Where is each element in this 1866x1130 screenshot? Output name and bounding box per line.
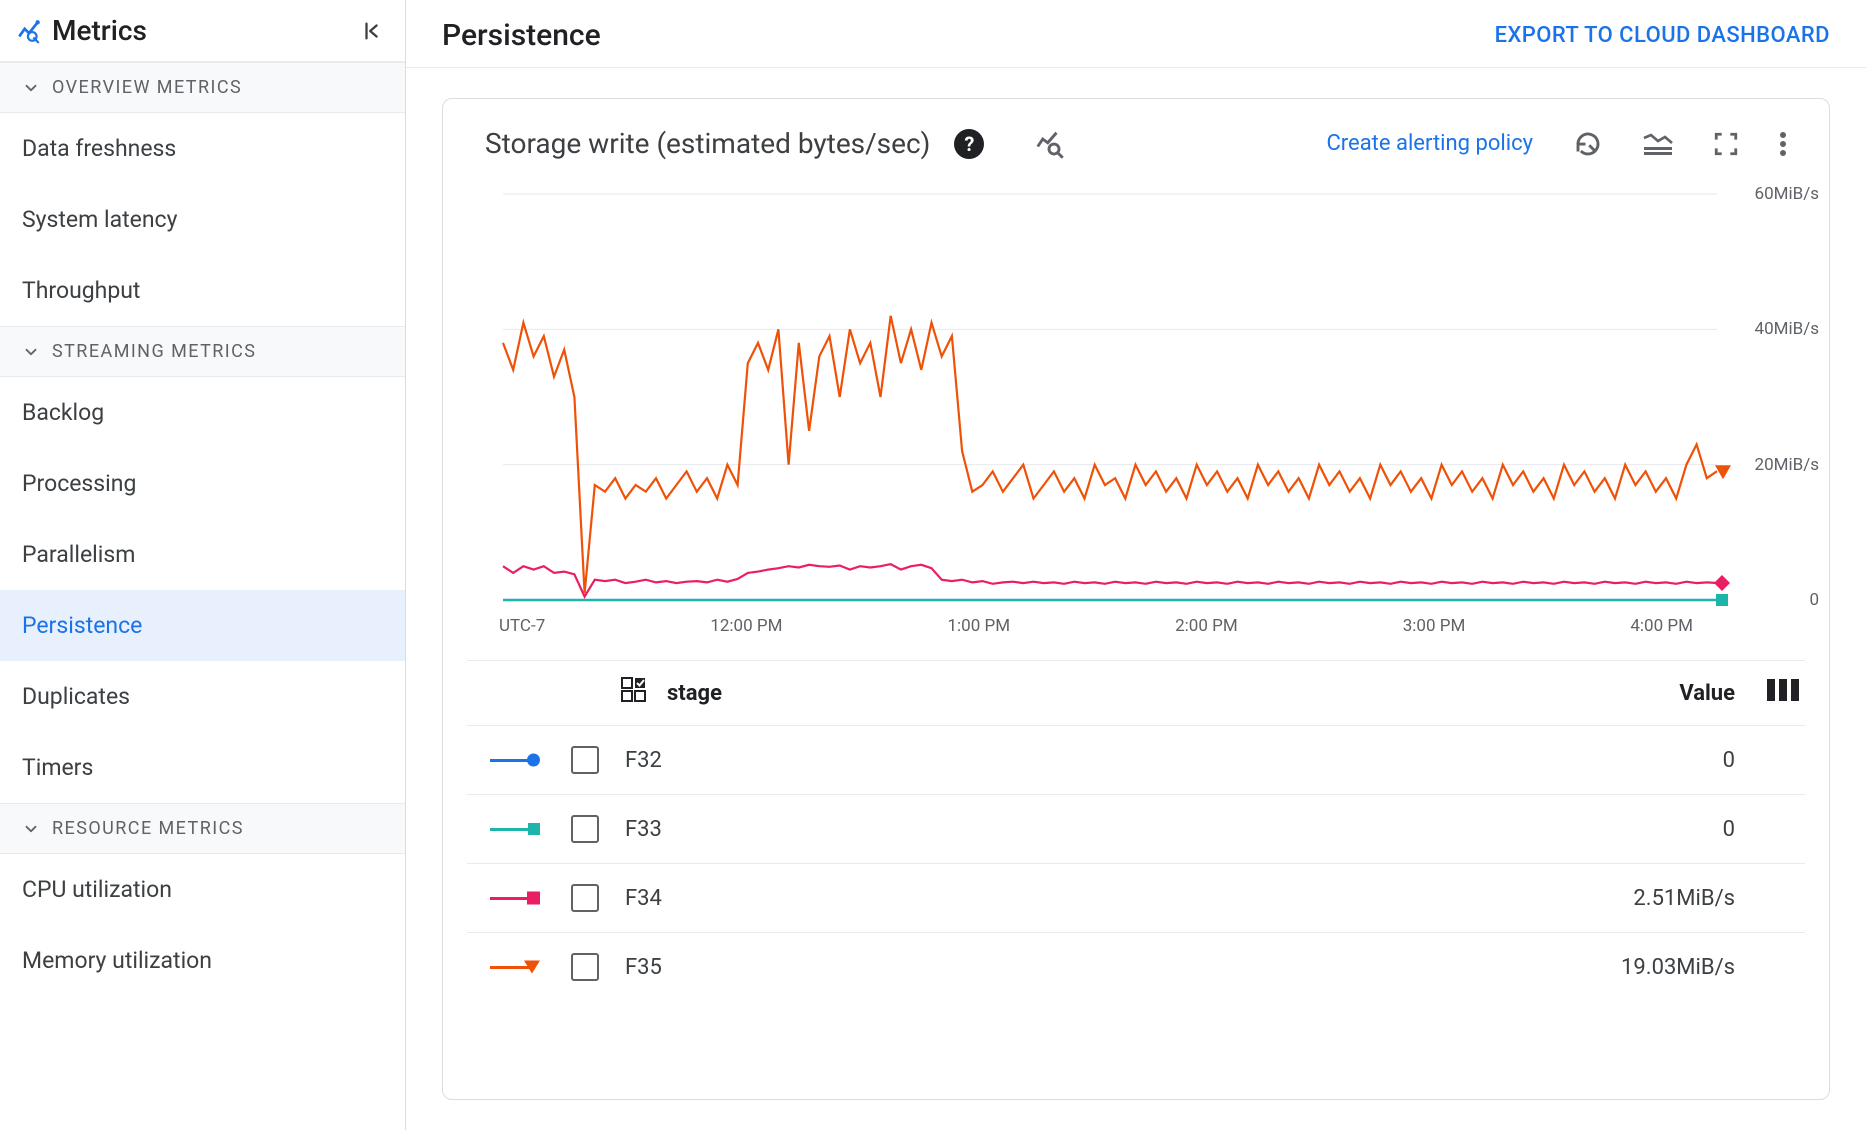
main-panel: Persistence EXPORT TO CLOUD DASHBOARD St… [406,0,1866,1130]
chart-card-header: Storage write (estimated bytes/sec) ? Cr… [443,99,1829,170]
legend-stage-header[interactable]: stage [655,681,1575,706]
column-selector-icon[interactable] [1767,679,1799,707]
sidebar-item-processing[interactable]: Processing [0,448,405,519]
chart-area[interactable]: 0 20MiB/s 40MiB/s 60MiB/s UTC-7 12:00 PM 1:00… [443,170,1829,636]
sidebar-item-label: System latency [22,206,177,233]
sidebar-item-duplicates[interactable]: Duplicates [0,661,405,732]
sidebar-item-label: Throughput [22,277,140,304]
sidebar-item-label: Parallelism [22,541,135,568]
chevron-down-icon [22,343,40,361]
help-icon[interactable]: ? [954,129,984,159]
legend-stage-name: F34 [613,886,1575,911]
x-axis-tick: 1:00 PM [947,616,1010,636]
sidebar-item-data-freshness[interactable]: Data freshness [0,113,405,184]
sidebar-item-parallelism[interactable]: Parallelism [0,519,405,590]
sidebar-item-timers[interactable]: Timers [0,732,405,803]
chart-card: Storage write (estimated bytes/sec) ? Cr… [442,98,1830,1100]
sidebar-section-header[interactable]: RESOURCE METRICS [0,803,405,854]
legend-value: 2.51MiB/s [1575,886,1735,911]
sidebar-item-system-latency[interactable]: System latency [0,184,405,255]
export-dashboard-button[interactable]: EXPORT TO CLOUD DASHBOARD [1495,23,1830,48]
sidebar-title: Metrics [52,14,361,47]
legend-stage-name: F33 [613,817,1575,842]
select-stages-icon[interactable] [621,677,647,709]
page-header: Persistence EXPORT TO CLOUD DASHBOARD [406,0,1866,68]
legend-checkbox[interactable] [571,884,599,912]
y-axis-tick: 40MiB/s [1755,319,1819,339]
sidebar-item-throughput[interactable]: Throughput [0,255,405,326]
sidebar-item-label: Timers [22,754,93,781]
sidebar-item-label: Backlog [22,399,104,426]
x-axis-tick: 3:00 PM [1403,616,1466,636]
metrics-icon [16,18,42,44]
sidebar-section-label: RESOURCE METRICS [52,818,244,839]
fullscreen-icon[interactable] [1713,131,1739,157]
sidebar-item-label: Memory utilization [22,947,212,974]
create-alerting-policy-link[interactable]: Create alerting policy [1326,131,1533,156]
chart-series-F35 [503,316,1717,593]
legend-value: 0 [1575,817,1735,842]
sidebar-item-label: Persistence [22,612,142,639]
sidebar-item-backlog[interactable]: Backlog [0,377,405,448]
legend-stage-name: F35 [613,955,1575,980]
sidebar-section-header[interactable]: STREAMING METRICS [0,326,405,377]
chart-series-F34 [503,564,1717,597]
legend-value: 0 [1575,748,1735,773]
sidebar-item-cpu-utilization[interactable]: CPU utilization [0,854,405,925]
legend-swatch [467,759,557,762]
legend-table: stage Value F320F330 [443,660,1829,1011]
y-axis-tick: 60MiB/s [1755,184,1819,204]
legend-checkbox[interactable] [571,953,599,981]
legend-row[interactable]: F320 [467,726,1805,795]
legend-row[interactable]: F342.51MiB/s [467,864,1805,933]
y-axis-tick: 0 [1809,590,1819,610]
sidebar-section-header[interactable]: OVERVIEW METRICS [0,62,405,113]
legend-row[interactable]: F3519.03MiB/s [467,933,1805,1001]
metrics-sidebar: Metrics OVERVIEW METRICS Data freshness Sy… [0,0,406,1130]
sidebar-header: Metrics [0,0,405,62]
chart-end-marker-F34 [1714,575,1730,591]
chevron-down-icon [22,820,40,838]
x-axis-tick: 2:00 PM [1175,616,1238,636]
legend-value: 19.03MiB/s [1575,955,1735,980]
sidebar-item-label: Processing [22,470,136,497]
legend-stage-name: F32 [613,748,1575,773]
sidebar-item-label: CPU utilization [22,876,172,903]
chart-title: Storage write (estimated bytes/sec) [485,127,930,160]
legend-toggle-icon[interactable] [1643,133,1673,155]
legend-swatch [467,828,557,831]
reset-zoom-icon[interactable] [1573,129,1603,159]
legend-swatch [467,966,557,969]
sidebar-item-label: Data freshness [22,135,176,162]
legend-row[interactable]: F330 [467,795,1805,864]
sidebar-section-label: OVERVIEW METRICS [52,77,242,98]
x-axis-tick: UTC-7 [499,616,545,636]
chart-svg [463,170,1729,610]
sidebar-item-memory-utilization[interactable]: Memory utilization [0,925,405,996]
sidebar-item-persistence[interactable]: Persistence [0,590,405,661]
x-axis-tick: 12:00 PM [710,616,782,636]
sidebar-collapse-button[interactable] [361,20,383,42]
more-options-icon[interactable] [1779,131,1787,157]
chart-end-marker-F33 [1716,594,1728,606]
legend-swatch [467,897,557,900]
sidebar-item-label: Duplicates [22,683,130,710]
legend-checkbox[interactable] [571,815,599,843]
chevron-down-icon [22,79,40,97]
page-title: Persistence [442,18,1495,53]
metrics-explore-icon[interactable] [1034,129,1064,159]
x-axis-tick: 4:00 PM [1630,616,1693,636]
sidebar-section-label: STREAMING METRICS [52,341,256,362]
legend-header: stage Value [467,660,1805,726]
legend-value-header[interactable]: Value [1575,681,1735,706]
legend-checkbox[interactable] [571,746,599,774]
y-axis-tick: 20MiB/s [1755,455,1819,475]
